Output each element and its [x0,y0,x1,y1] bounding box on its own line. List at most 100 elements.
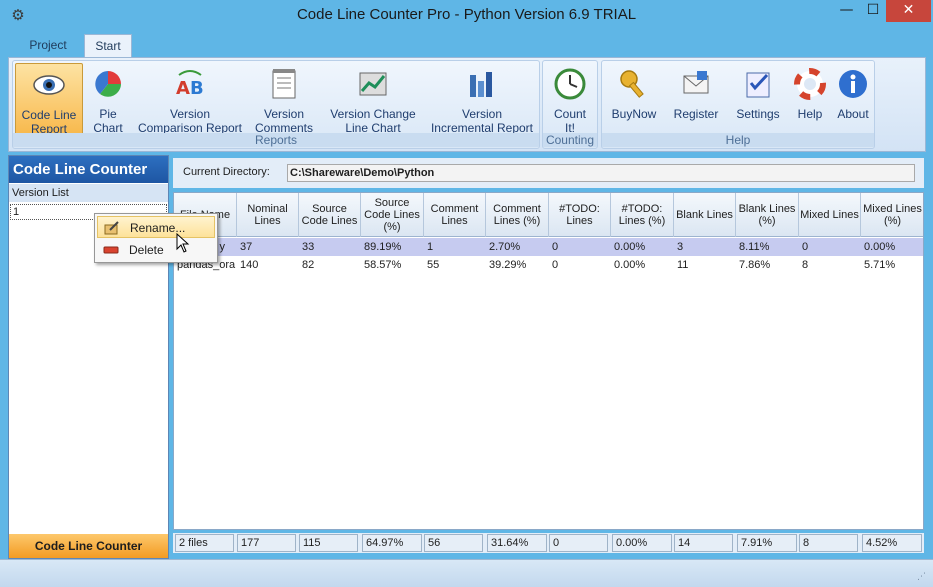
about-label: About [837,107,869,121]
settings-button[interactable]: Settings [728,63,788,135]
column-header-nominal-lines[interactable]: Nominal Lines [237,193,299,237]
cell-todo-lines-pct: 0.00% [614,259,646,271]
tab-project[interactable]: Project [12,34,84,58]
sidebar-title: Code Line Counter [9,156,168,183]
info-icon [839,70,867,98]
column-header-source-code-lines-pct[interactable]: Source Code Lines (%) [361,193,424,237]
count-it-button[interactable]: Count It! [545,63,595,135]
cell-todo-lines: 0 [552,259,559,271]
cell-comment-lines-pct: 39.29% [489,259,527,271]
bar-chart-icon [470,72,492,97]
total-todo-lines: 0 [549,534,608,552]
column-header-mixed-lines-pct[interactable]: Mixed Lines (%) [861,193,923,237]
delete-label: Delete [129,243,164,257]
column-header-source-code-lines[interactable]: Source Code Lines [299,193,361,237]
about-button[interactable]: About [832,63,874,135]
delete-menu-item[interactable]: Delete [97,239,215,261]
reports-group: Code Line Report Pie Chart A B Version C… [12,60,540,149]
total-comment-lines: 56 [424,534,483,552]
totals-row: 2 files 177 115 64.97% 56 31.64% 0 0.00%… [173,533,924,553]
total-source-code-lines-pct: 64.97% [362,534,422,552]
table-row[interactable]: pandas_ora 140 82 58.57% 55 39.29% 0 0.0… [174,256,923,274]
mouse-pointer-icon [176,233,190,253]
total-nominal-lines: 177 [237,534,296,552]
cell-mixed-lines: 0 [802,241,809,253]
version-comments-label: Version Comments [254,107,313,135]
line-chart-icon [359,72,387,96]
column-header-blank-lines-pct[interactable]: Blank Lines (%) [736,193,799,237]
ribbon: Code Line Report Pie Chart A B Version C… [8,57,926,152]
total-comment-lines-pct: 31.64% [487,534,547,552]
count-it-label: Count It! [553,107,587,135]
rename-menu-item[interactable]: Rename... [97,216,215,238]
sidebar-footer-button[interactable]: Code Line Counter [9,534,168,558]
current-directory-field[interactable]: C:\Shareware\Demo\Python [287,164,915,182]
title-bar: ⚙ Code Line Counter Pro - Python Version… [0,0,933,32]
help-button[interactable]: Help [790,63,830,135]
directory-bar: Current Directory: C:\Shareware\Demo\Pyt… [173,158,924,188]
tab-start[interactable]: Start [84,34,132,58]
version-change-label: Version Change Line Chart [330,107,416,135]
total-files: 2 files [175,534,234,552]
code-line-grid: File Name Nominal Lines Source Code Line… [173,192,924,530]
total-todo-lines-pct: 0.00% [612,534,672,552]
code-line-report-button[interactable]: Code Line Report [15,63,83,136]
counting-group: Count It! Counting [542,60,598,149]
help-group: BuyNow Register Settings Help About Help [601,60,875,149]
minimize-button[interactable]: — [833,0,860,22]
column-header-todo-lines[interactable]: #TODO: Lines [549,193,611,237]
cell-blank-lines-pct: 8.11% [739,241,770,253]
total-blank-lines: 14 [674,534,733,552]
cell-mixed-lines-pct: 5.71% [864,259,896,271]
maximize-button[interactable]: ☐ [860,0,886,22]
settings-label: Settings [736,107,780,121]
cell-blank-lines: 11 [677,259,689,271]
cell-source-code-lines-pct: 58.57% [364,259,402,271]
total-blank-lines-pct: 7.91% [737,534,797,552]
cell-nominal-lines: 140 [240,259,259,271]
column-header-comment-lines-pct[interactable]: Comment Lines (%) [486,193,549,237]
help-label: Help [797,107,823,121]
reports-group-label: Reports [13,133,539,147]
pie-chart-button[interactable]: Pie Chart [85,63,131,135]
table-row[interactable]: y 37 33 89.19% 1 2.70% 0 0.00% 3 8.11% 0… [174,238,923,256]
column-header-comment-lines[interactable]: Comment Lines [424,193,486,237]
cell-source-code-lines: 33 [302,241,315,253]
current-directory-label: Current Directory: [183,166,270,178]
buy-now-button[interactable]: BuyNow [604,63,664,135]
version-comments-button[interactable]: Version Comments [251,63,317,135]
version-incremental-report-button[interactable]: Version Incremental Report [427,63,537,135]
pie-chart-icon [95,71,121,97]
total-mixed-lines-pct: 4.52% [862,534,922,552]
cell-todo-lines: 0 [552,241,559,253]
cell-comment-lines: 55 [427,259,440,271]
version-incremental-label: Version Incremental Report [430,107,534,135]
cell-comment-lines-pct: 2.70% [489,241,521,253]
counting-group-label: Counting [543,133,597,147]
status-bar: ⋰ [0,559,933,587]
column-header-blank-lines[interactable]: Blank Lines [674,193,736,237]
version-comparison-report-button[interactable]: A B Version Comparison Report [135,63,245,135]
key-icon [620,70,644,98]
cell-source-code-lines: 82 [302,259,315,271]
cell-nominal-lines: 37 [240,241,253,253]
register-button[interactable]: Register [666,63,726,135]
cell-blank-lines: 3 [677,241,684,253]
resize-grip-icon[interactable]: ⋰ [917,571,929,583]
cell-blank-lines-pct: 7.86% [739,259,771,271]
ab-compare-icon: A B [176,70,204,99]
version-change-line-chart-button[interactable]: Version Change Line Chart [323,63,423,135]
register-envelope-icon [683,71,709,94]
total-source-code-lines: 115 [299,534,358,552]
column-header-todo-lines-pct[interactable]: #TODO: Lines (%) [611,193,674,237]
column-header-mixed-lines[interactable]: Mixed Lines [799,193,861,237]
pie-chart-label: Pie Chart [93,107,123,135]
clock-icon [554,68,586,100]
window-title: Code Line Counter Pro - Python Version 6… [296,6,637,23]
svg-text:B: B [190,78,204,99]
notepad-icon [272,69,296,99]
buy-now-label: BuyNow [611,107,657,121]
cell-comment-lines: 1 [427,241,434,253]
help-group-label: Help [602,133,874,147]
close-button[interactable]: ✕ [886,0,931,22]
